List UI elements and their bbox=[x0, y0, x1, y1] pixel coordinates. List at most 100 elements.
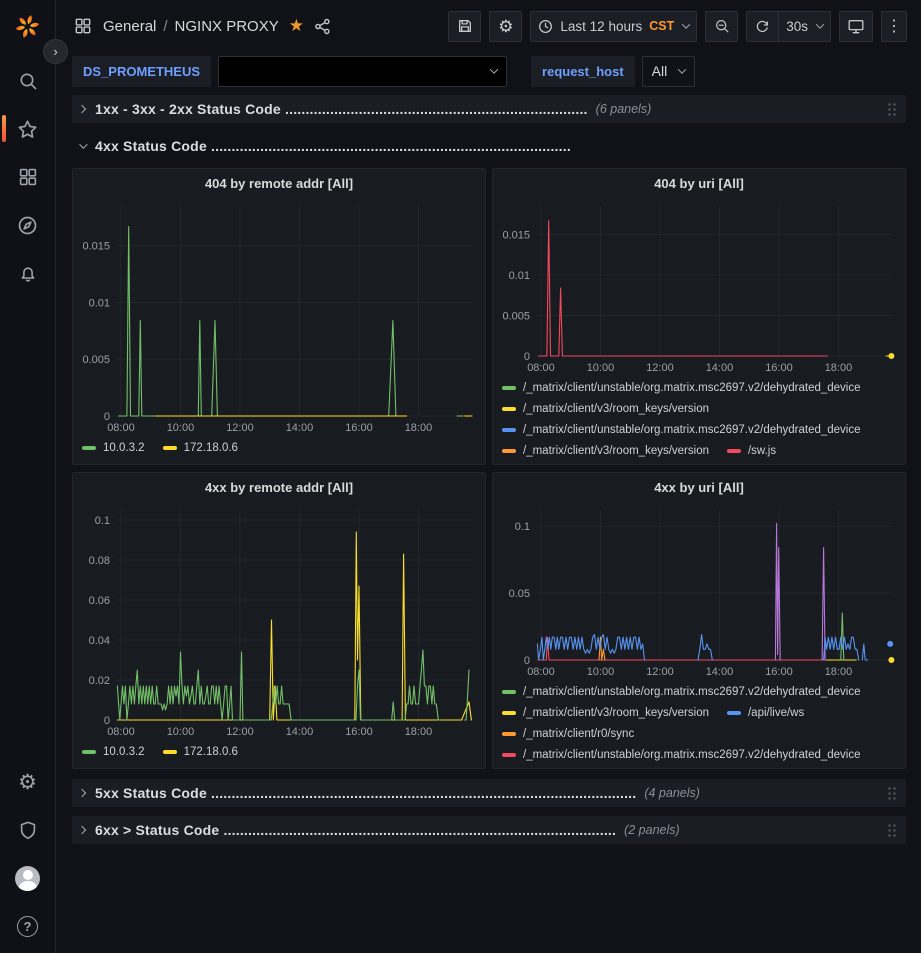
time-series-chart[interactable]: 00.0050.010.01508:0010:0012:0014:0016:00… bbox=[80, 197, 478, 437]
refresh-button-group: 30s bbox=[746, 11, 831, 42]
legend-item[interactable]: /_matrix/client/v3/room_keys/version bbox=[502, 403, 709, 415]
legend-item[interactable]: 10.0.3.2 bbox=[82, 746, 145, 758]
legend-swatch bbox=[502, 711, 516, 715]
legend-swatch bbox=[163, 446, 177, 450]
row-drag-handle-icon[interactable] bbox=[887, 102, 897, 117]
sidebar-item-dashboards[interactable] bbox=[0, 153, 56, 201]
grafana-logo[interactable] bbox=[11, 9, 45, 43]
svg-text:0.005: 0.005 bbox=[502, 310, 530, 322]
legend-swatch bbox=[502, 690, 516, 694]
panel-title[interactable]: 4xx by uri [All] bbox=[493, 473, 905, 501]
variable-select-ds-prometheus[interactable] bbox=[218, 56, 507, 87]
legend-item[interactable]: /_matrix/client/unstable/org.matrix.msc2… bbox=[502, 382, 861, 394]
variable-label-ds-prometheus[interactable]: DS_PROMETHEUS bbox=[72, 56, 211, 87]
svg-text:0.015: 0.015 bbox=[82, 241, 110, 253]
svg-text:10:00: 10:00 bbox=[167, 726, 195, 738]
row-title: 5xx Status Code ........................… bbox=[95, 785, 636, 801]
zoom-out-button[interactable] bbox=[705, 11, 738, 42]
variable-label-request-host[interactable]: request_host bbox=[531, 56, 635, 87]
chart-legend: 10.0.3.2 172.18.0.6 bbox=[73, 437, 485, 462]
time-series-chart[interactable]: 00.020.040.060.080.108:0010:0012:0014:00… bbox=[80, 501, 478, 741]
cycle-view-mode-button[interactable] bbox=[839, 11, 873, 42]
refresh-button[interactable] bbox=[746, 11, 779, 42]
dashboard-settings-button[interactable]: ⚙ bbox=[489, 11, 522, 42]
sidebar-item-server-admin[interactable] bbox=[0, 806, 56, 854]
chevron-down-icon bbox=[816, 20, 824, 28]
variable-value-request-host: All bbox=[652, 63, 668, 79]
legend-item[interactable]: /_matrix/client/r0/sync bbox=[502, 728, 634, 740]
more-options-button[interactable]: ⋮ bbox=[881, 11, 907, 42]
legend-label: /_matrix/client/unstable/org.matrix.msc2… bbox=[523, 686, 861, 698]
time-range-picker[interactable]: Last 12 hours CST bbox=[530, 11, 697, 42]
row-header-5xx[interactable]: 5xx Status Code ........................… bbox=[72, 779, 906, 807]
panel-title[interactable]: 404 by uri [All] bbox=[493, 169, 905, 197]
svg-text:08:00: 08:00 bbox=[527, 666, 555, 678]
row-header-6xx[interactable]: 6xx > Status Code ......................… bbox=[72, 816, 906, 844]
share-button[interactable] bbox=[314, 18, 331, 35]
row-title: 6xx > Status Code ......................… bbox=[95, 822, 616, 838]
svg-text:16:00: 16:00 bbox=[345, 422, 373, 434]
legend-swatch bbox=[502, 449, 516, 453]
sidebar-item-explore[interactable] bbox=[0, 201, 56, 249]
zoom-out-icon bbox=[714, 18, 730, 34]
sidebar-item-alerting[interactable] bbox=[0, 249, 56, 297]
variable-select-request-host[interactable]: All bbox=[642, 56, 695, 87]
save-dashboard-button[interactable] bbox=[448, 11, 481, 42]
chart-legend: /_matrix/client/unstable/org.matrix.msc2… bbox=[493, 377, 905, 464]
legend-item[interactable]: /_matrix/client/v3/room_keys/version bbox=[502, 707, 709, 719]
legend-item[interactable]: /_matrix/client/unstable/org.matrix.msc2… bbox=[502, 749, 861, 761]
time-series-chart[interactable]: 00.050.108:0010:0012:0014:0016:0018:00 bbox=[500, 501, 898, 681]
monitor-icon bbox=[847, 18, 865, 35]
sidebar-item-starred[interactable] bbox=[0, 105, 56, 153]
svg-text:18:00: 18:00 bbox=[405, 726, 433, 738]
sidebar-expand-button[interactable]: › bbox=[43, 39, 68, 64]
apps-grid-icon[interactable] bbox=[74, 17, 92, 35]
panel-title[interactable]: 404 by remote addr [All] bbox=[73, 169, 485, 197]
legend-item[interactable]: 10.0.3.2 bbox=[82, 442, 145, 454]
time-range-label: Last 12 hours bbox=[560, 19, 642, 34]
legend-item[interactable]: /_matrix/client/v3/room_keys/version bbox=[502, 445, 709, 457]
chevron-right-icon bbox=[78, 789, 86, 797]
svg-text:12:00: 12:00 bbox=[226, 726, 254, 738]
legend-item[interactable]: /api/live/ws bbox=[727, 707, 804, 719]
panel-404-by-uri: 404 by uri [All] 00.0050.010.01508:0010:… bbox=[492, 168, 906, 465]
svg-text:18:00: 18:00 bbox=[825, 362, 853, 374]
row-header-1xx-3xx-2xx[interactable]: 1xx - 3xx - 2xx Status Code ............… bbox=[72, 95, 906, 123]
sidebar-item-search[interactable] bbox=[0, 57, 56, 105]
breadcrumb-section[interactable]: General bbox=[103, 18, 156, 35]
legend-label: /_matrix/client/unstable/org.matrix.msc2… bbox=[523, 424, 861, 436]
kebab-icon: ⋮ bbox=[886, 16, 902, 36]
shield-icon bbox=[18, 820, 38, 840]
star-icon bbox=[17, 119, 38, 140]
chart-legend: /_matrix/client/unstable/org.matrix.msc2… bbox=[493, 681, 905, 768]
legend-item[interactable]: /_matrix/client/unstable/org.matrix.msc2… bbox=[502, 424, 861, 436]
panel-title[interactable]: 4xx by remote addr [All] bbox=[73, 473, 485, 501]
svg-text:0.01: 0.01 bbox=[509, 270, 530, 282]
sidebar-item-profile[interactable] bbox=[0, 854, 56, 902]
breadcrumb-separator: / bbox=[163, 18, 167, 35]
svg-text:08:00: 08:00 bbox=[527, 362, 555, 374]
legend-item[interactable]: /sw.js bbox=[727, 445, 776, 457]
time-series-chart[interactable]: 00.0050.010.01508:0010:0012:0014:0016:00… bbox=[500, 197, 898, 377]
svg-text:0.02: 0.02 bbox=[89, 675, 110, 687]
help-icon: ? bbox=[17, 916, 38, 937]
breadcrumb-title[interactable]: NGINX PROXY bbox=[175, 18, 279, 35]
row-panel-count: (4 panels) bbox=[644, 786, 700, 800]
svg-text:0.01: 0.01 bbox=[89, 297, 110, 309]
legend-label: /_matrix/client/unstable/org.matrix.msc2… bbox=[523, 749, 861, 761]
row-drag-handle-icon[interactable] bbox=[887, 786, 897, 801]
favorite-star-icon[interactable]: ★ bbox=[289, 16, 304, 36]
legend-label: /api/live/ws bbox=[748, 707, 804, 719]
row-drag-handle-icon[interactable] bbox=[887, 823, 897, 838]
dashboard-scroll-area: 1xx - 3xx - 2xx Status Code ............… bbox=[56, 90, 921, 844]
svg-text:14:00: 14:00 bbox=[286, 422, 314, 434]
sidebar-item-configuration[interactable]: ⚙ bbox=[0, 758, 56, 806]
legend-item[interactable]: /_matrix/client/unstable/org.matrix.msc2… bbox=[502, 686, 861, 698]
sidebar-item-help[interactable]: ? bbox=[0, 902, 56, 950]
refresh-interval-dropdown[interactable]: 30s bbox=[779, 11, 831, 42]
legend-item[interactable]: 172.18.0.6 bbox=[163, 746, 238, 758]
row-header-4xx[interactable]: 4xx Status Code ........................… bbox=[72, 132, 906, 160]
legend-label: /_matrix/client/r0/sync bbox=[523, 728, 634, 740]
save-icon bbox=[457, 18, 473, 34]
legend-item[interactable]: 172.18.0.6 bbox=[163, 442, 238, 454]
